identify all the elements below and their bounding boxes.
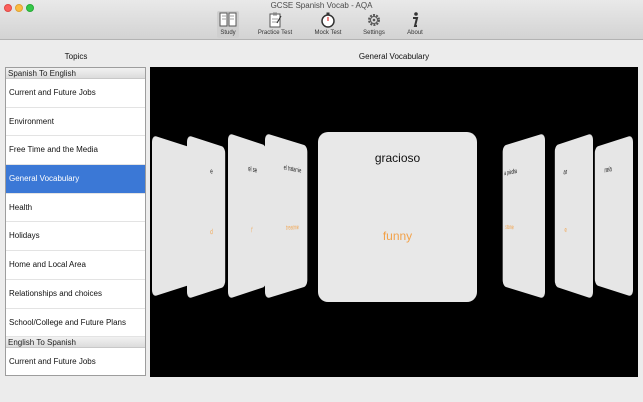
app-window: GCSE Spanish Vocab - AQA Study Practice … (0, 0, 643, 402)
topic-item[interactable]: Current and Future Jobs (6, 348, 145, 375)
card-word: e (210, 167, 213, 176)
flashcard-left-2[interactable]: e d (187, 135, 226, 299)
topic-item[interactable]: Free Time and the Media (6, 136, 145, 166)
study-button[interactable]: Study (217, 11, 239, 38)
about-label: About (407, 30, 423, 36)
title-bar: GCSE Spanish Vocab - AQA Study Practice … (0, 0, 643, 40)
practice-test-label: Practice Test (257, 30, 293, 36)
card-word: ar (563, 167, 568, 177)
flashcard-left-3[interactable]: el se f (228, 133, 267, 299)
flashcard-current[interactable]: gracioso funny (318, 132, 477, 302)
section-header: Spanish To English (6, 68, 145, 79)
card-translation: stone (505, 224, 514, 232)
window-title: GCSE Spanish Vocab - AQA (270, 1, 373, 10)
topic-item[interactable]: Health (6, 194, 145, 223)
flashcard-right-2[interactable]: ar e (554, 133, 593, 299)
topic-item[interactable]: Current and Future Jobs (6, 79, 145, 108)
topics-header: Topics (64, 52, 88, 61)
study-label: Study (220, 30, 236, 36)
main-header: General Vocabulary (358, 52, 430, 61)
topic-item[interactable]: Holidays (6, 222, 145, 252)
section-header: English To Spanish (6, 337, 145, 349)
card-translation: d (210, 227, 213, 237)
topic-item-selected[interactable]: General Vocabulary (6, 165, 145, 194)
info-icon (413, 12, 419, 27)
topic-item[interactable]: Environment (6, 108, 145, 137)
card-word: gracioso (374, 151, 421, 165)
book-icon (219, 12, 237, 27)
mock-test-label: Mock Test (314, 30, 342, 36)
settings-label: Settings (363, 30, 385, 36)
flashcard-right-3[interactable]: a piedra stone (502, 133, 545, 299)
settings-button[interactable]: Settings (362, 11, 386, 38)
practice-test-button[interactable]: Practice Test (257, 11, 293, 38)
card-translation: e (564, 225, 567, 234)
card-word: el se (248, 164, 257, 175)
mock-test-button[interactable]: Mock Test (313, 11, 343, 38)
topic-item[interactable]: Home and Local Area (6, 251, 145, 280)
topic-item[interactable]: School/College and Future Plans (6, 309, 145, 338)
gear-icon (368, 14, 380, 26)
topic-item[interactable]: Relationships and choices (6, 280, 145, 309)
card-translation: treatme (285, 224, 299, 232)
card-word: ro/a (604, 164, 612, 175)
card-word: el tratamie (283, 164, 302, 175)
flashcard-carousel[interactable]: e d el se f el tratamie treatme ro/a ar … (150, 67, 638, 377)
flashcard-right-1[interactable]: ro/a (594, 135, 633, 297)
card-translation: funny (382, 229, 413, 243)
about-button[interactable]: About (405, 11, 425, 38)
flashcard-left-4[interactable]: el tratamie treatme (265, 133, 308, 299)
clipboard-icon (269, 12, 282, 28)
topics-list[interactable]: Spanish To English Current and Future Jo… (5, 67, 146, 376)
card-translation: f (251, 225, 253, 235)
flashcard-left-1[interactable] (152, 135, 191, 297)
card-word: a piedra (504, 168, 517, 177)
stopwatch-icon (321, 12, 335, 28)
